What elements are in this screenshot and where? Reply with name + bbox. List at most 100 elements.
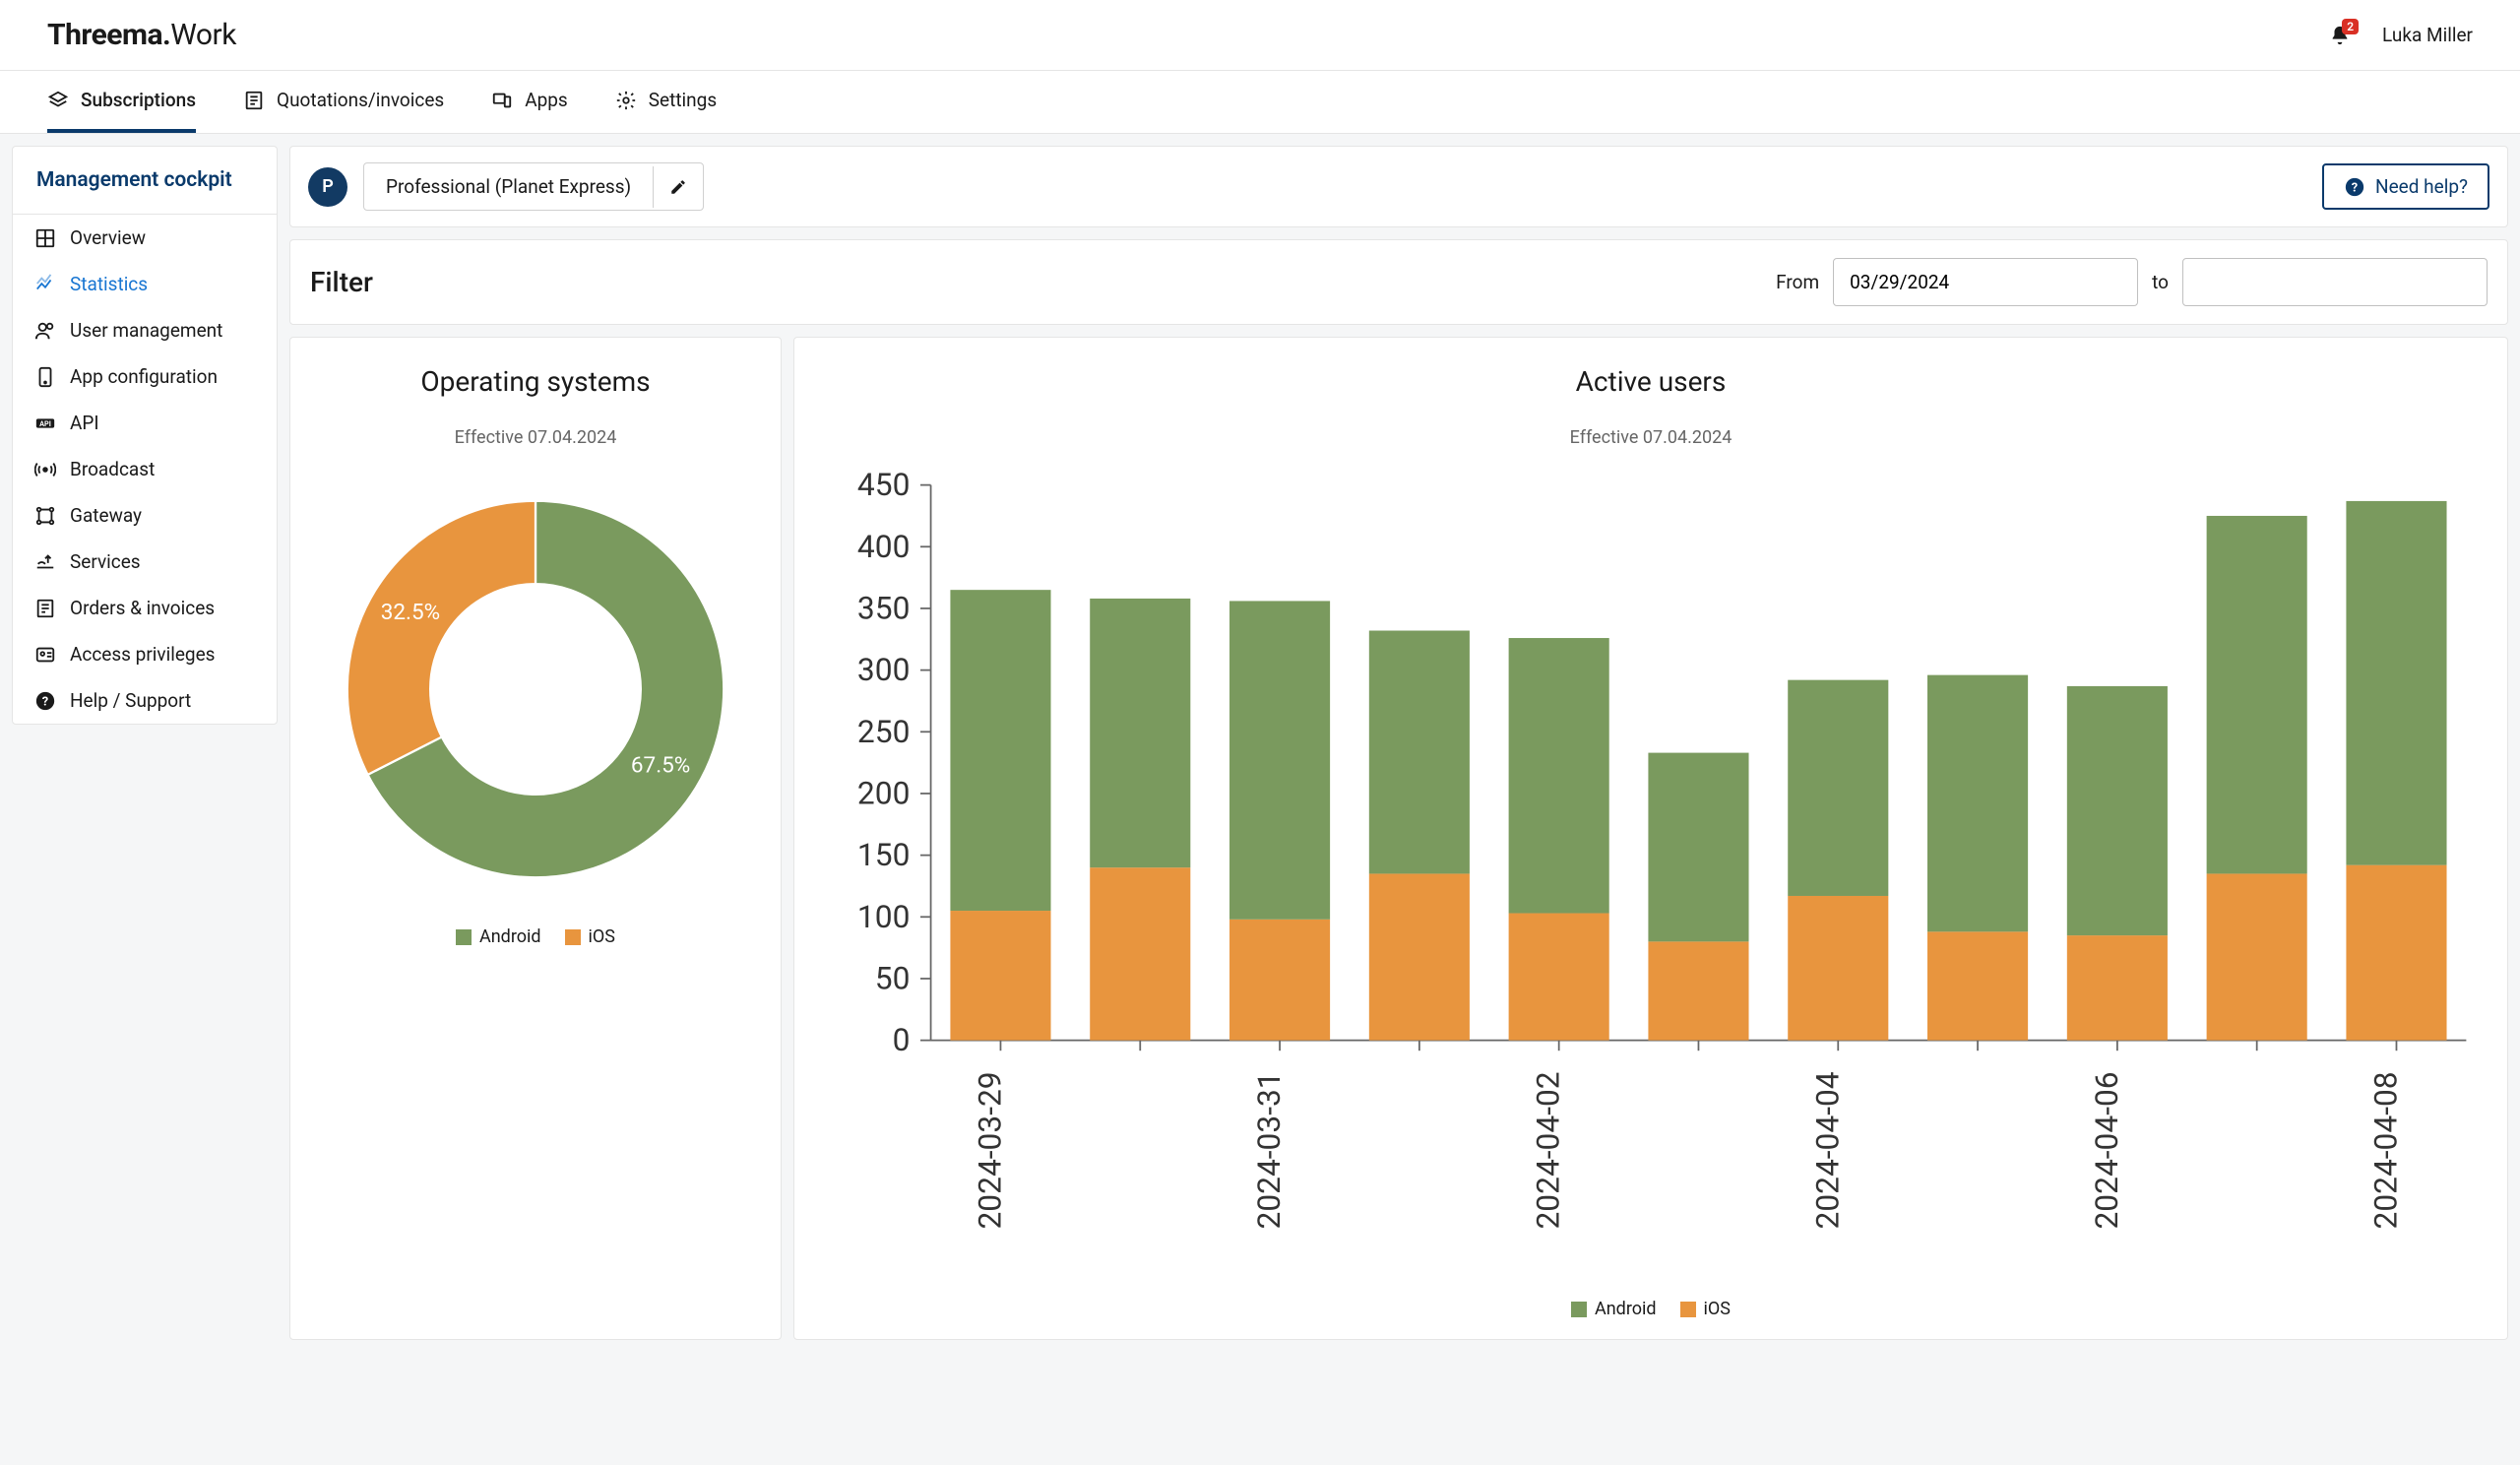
- sidebar-item-api[interactable]: API API: [13, 400, 277, 446]
- chart-subtitle: Effective 07.04.2024: [314, 427, 757, 448]
- nav-settings[interactable]: Settings: [615, 71, 717, 133]
- brand-logo: Threema.Work: [47, 18, 236, 52]
- sidebar-item-services[interactable]: Services: [13, 539, 277, 585]
- filter-title: Filter: [310, 266, 373, 298]
- devices-icon: [491, 90, 513, 111]
- broadcast-icon: [34, 459, 56, 480]
- svg-text:0: 0: [893, 1022, 911, 1058]
- sidebar-item-users[interactable]: User management: [13, 307, 277, 353]
- nav-label: Subscriptions: [81, 89, 196, 111]
- sidebar-item-access[interactable]: Access privileges: [13, 631, 277, 677]
- page-header: P Professional (Planet Express) ? Need h…: [289, 146, 2508, 227]
- svg-text:?: ?: [42, 694, 48, 709]
- svg-text:?: ?: [2352, 180, 2358, 195]
- nav-subscriptions[interactable]: Subscriptions: [47, 71, 196, 133]
- hand-icon: [34, 551, 56, 573]
- filter-bar: Filter From to: [289, 239, 2508, 325]
- svg-text:2024-04-08: 2024-04-08: [2367, 1071, 2404, 1229]
- gear-icon: [615, 90, 637, 111]
- sidebar-item-label: API: [70, 412, 99, 434]
- nav-label: Quotations/invoices: [277, 89, 444, 111]
- pie-legend: Android iOS: [314, 926, 757, 947]
- chart-subtitle: Effective 07.04.2024: [818, 427, 2484, 448]
- bar-legend: Android iOS: [818, 1299, 2484, 1319]
- svg-text:350: 350: [857, 591, 910, 627]
- sidebar-item-orders[interactable]: Orders & invoices: [13, 585, 277, 631]
- legend-label: Android: [1595, 1299, 1657, 1319]
- brand-part1: Threema.: [47, 18, 170, 52]
- svg-text:67.5%: 67.5%: [631, 753, 690, 779]
- main-nav: Subscriptions Quotations/invoices Apps S…: [0, 71, 2520, 134]
- legend-label: iOS: [589, 926, 615, 947]
- brand-part2: Work: [170, 18, 236, 52]
- sidebar-item-label: Services: [70, 550, 141, 573]
- sidebar-item-label: Orders & invoices: [70, 597, 215, 619]
- nav-label: Apps: [525, 89, 568, 111]
- layers-icon: [47, 90, 69, 111]
- sidebar-item-broadcast[interactable]: Broadcast: [13, 446, 277, 492]
- sidebar-item-label: Help / Support: [70, 689, 191, 712]
- sidebar-item-label: Broadcast: [70, 458, 155, 480]
- legend-swatch-android: [1571, 1302, 1587, 1317]
- sidebar-item-label: Overview: [70, 226, 146, 249]
- sidebar-item-label: Access privileges: [70, 643, 215, 666]
- chart-title: Operating systems: [314, 365, 757, 398]
- sidebar-item-overview[interactable]: Overview: [13, 215, 277, 261]
- from-date-input[interactable]: [1833, 258, 2138, 306]
- nav-invoices[interactable]: Quotations/invoices: [243, 71, 444, 133]
- svg-text:400: 400: [857, 529, 910, 565]
- notifications-button[interactable]: 2: [2329, 25, 2351, 46]
- nav-apps[interactable]: Apps: [491, 71, 568, 133]
- chart-icon: [34, 274, 56, 295]
- svg-text:100: 100: [857, 899, 910, 935]
- question-circle-icon: ?: [2344, 176, 2365, 198]
- legend-label: Android: [479, 926, 541, 947]
- plan-badge: P: [308, 167, 347, 207]
- sidebar-item-label: Statistics: [70, 273, 148, 295]
- plan-name: Professional (Planet Express): [364, 163, 653, 210]
- svg-text:250: 250: [857, 714, 910, 750]
- svg-text:2024-04-02: 2024-04-02: [1531, 1071, 1567, 1229]
- plan-edit-button[interactable]: [653, 166, 703, 208]
- sidebar-item-label: User management: [70, 319, 222, 342]
- grid-icon: [34, 227, 56, 249]
- legend-swatch-ios: [565, 929, 581, 945]
- api-icon: API: [34, 413, 56, 434]
- sidebar-item-label: Gateway: [70, 504, 142, 527]
- legend-label: iOS: [1704, 1299, 1731, 1319]
- sidebar-title: Management cockpit: [13, 147, 277, 215]
- user-menu[interactable]: Luka Miller: [2382, 24, 2473, 46]
- sidebar-item-gateway[interactable]: Gateway: [13, 492, 277, 539]
- phone-gear-icon: [34, 366, 56, 388]
- svg-text:2024-04-04: 2024-04-04: [1809, 1071, 1846, 1229]
- svg-text:32.5%: 32.5%: [381, 600, 440, 625]
- sidebar-item-help[interactable]: ? Help / Support: [13, 677, 277, 724]
- svg-text:2024-03-29: 2024-03-29: [972, 1071, 1008, 1229]
- help-label: Need help?: [2375, 175, 2468, 198]
- chart-title: Active users: [818, 365, 2484, 398]
- svg-text:2024-03-31: 2024-03-31: [1251, 1071, 1288, 1229]
- sidebar: Management cockpit Overview Statistics U…: [12, 146, 278, 725]
- svg-text:150: 150: [857, 837, 910, 873]
- need-help-button[interactable]: ? Need help?: [2322, 163, 2489, 210]
- bar-chart: 0501001502002503003504004502024-03-29202…: [818, 468, 2484, 1283]
- legend-swatch-ios: [1680, 1302, 1696, 1317]
- legend-swatch-android: [456, 929, 472, 945]
- svg-text:450: 450: [857, 468, 910, 503]
- svg-text:50: 50: [875, 961, 911, 997]
- svg-text:200: 200: [857, 776, 910, 812]
- pie-chart: 67.5% 32.5%: [314, 468, 757, 911]
- help-icon: ?: [34, 690, 56, 712]
- to-label: to: [2152, 271, 2169, 293]
- receipt-icon: [34, 598, 56, 619]
- active-users-card: Active users Effective 07.04.2024 0 50 100…: [793, 337, 2508, 1340]
- svg-text:2024-04-06: 2024-04-06: [2089, 1071, 2125, 1229]
- sidebar-item-statistics[interactable]: Statistics: [13, 261, 277, 307]
- to-date-input[interactable]: [2182, 258, 2488, 306]
- from-label: From: [1776, 271, 1819, 293]
- pencil-icon: [669, 178, 687, 196]
- sidebar-item-appconfig[interactable]: App configuration: [13, 353, 277, 400]
- notifications-badge: 2: [2342, 19, 2359, 34]
- svg-text:API: API: [39, 418, 51, 427]
- users-icon: [34, 320, 56, 342]
